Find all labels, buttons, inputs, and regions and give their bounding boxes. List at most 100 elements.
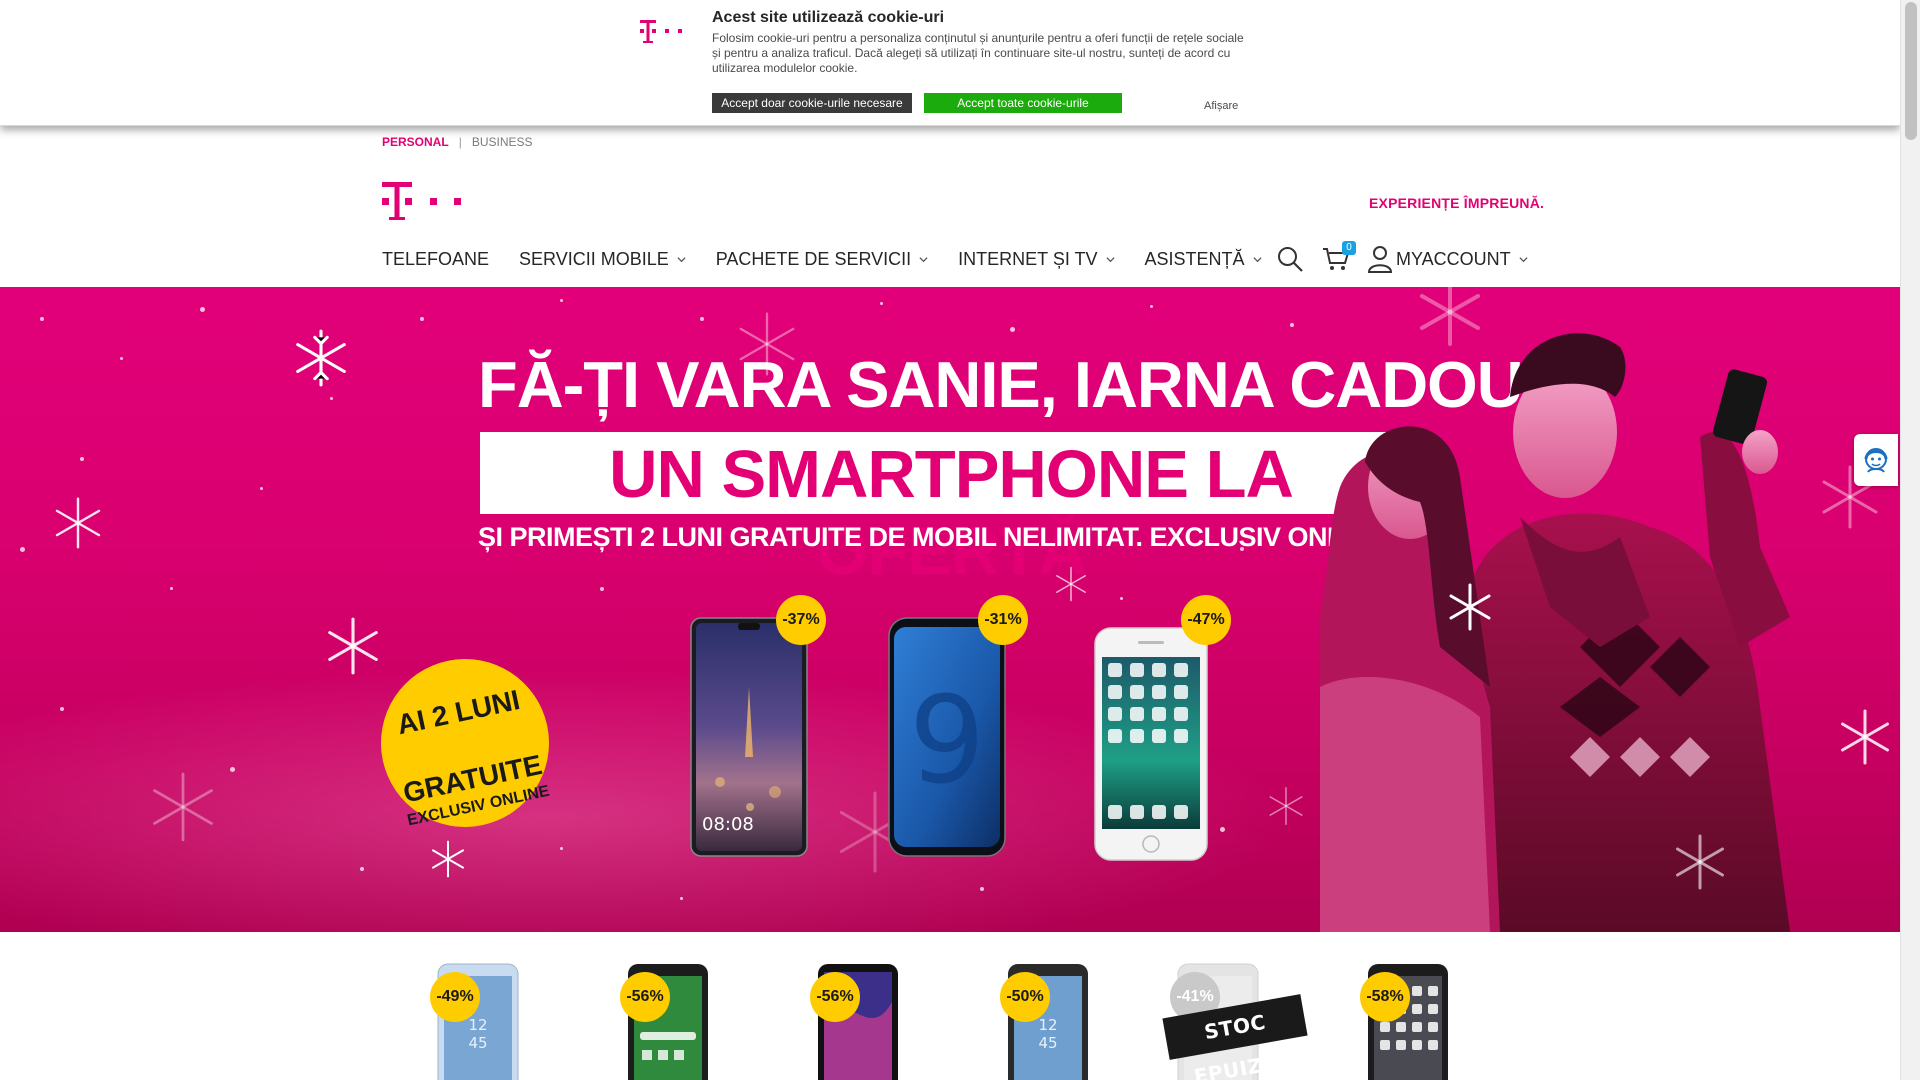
product-strip: 12 45 -49% -56% -56% 12 45 -50% -41% -58… [0,932,1900,1080]
header-actions: 0 MYACCOUNT [1276,241,1528,274]
chevron-down-icon [1105,256,1115,262]
snow-dot [120,357,123,360]
discount-badge: -47% [1181,595,1231,645]
nav-item-pachete-de-servicii[interactable]: PACHETE DE SERVICII [716,249,928,270]
myaccount-menu[interactable]: MYACCOUNT [1368,245,1528,273]
snow-dot [1120,597,1123,600]
myaccount-label: MYACCOUNT [1396,248,1511,269]
snowflake-icon [153,772,213,842]
accept-all-cookies-button[interactable]: Accept toate cookie-urile [924,93,1122,113]
page: Acest site utilizează cookie-uri Folosim… [0,0,1900,1080]
svg-text:12: 12 [1038,1016,1057,1034]
cookie-title: Acest site utilizează cookie-uri [712,9,945,26]
nav-item-label: ASISTENȚĂ [1144,248,1245,269]
chat-assistant-button[interactable] [1854,434,1898,486]
snow-dot [80,457,84,461]
snowflake-icon [55,497,101,549]
badge-line-1: AI 2 LUNI [394,684,523,741]
nav-item-label: TELEFOANE [382,248,490,269]
product-card[interactable]: -56% [620,952,730,1080]
search-button[interactable] [1276,245,1304,273]
chat-avatar-icon [1864,448,1888,473]
snow-dot [560,847,563,850]
snow-dot [1010,327,1015,332]
snow-dot [60,707,64,711]
hero-phone-huawei[interactable]: 08:08 [690,617,808,857]
nav-item-label: INTERNET ȘI TV [958,248,1098,269]
svg-text:45: 45 [1038,1034,1057,1052]
segment-business-link[interactable]: BUSINESS [472,135,533,149]
search-icon [1278,247,1303,272]
nav-item-label: PACHETE DE SERVICII [715,248,912,269]
brand-tagline: EXPERIENȚE ÎMPREUNĂ. [1369,195,1545,211]
chevron-down-icon [1519,256,1528,262]
nav-item-servicii-mobile[interactable]: SERVICII MOBILE [519,249,686,270]
segment-personal-link[interactable]: PERSONAL [382,135,449,149]
snowflake-icon [1269,787,1303,825]
snow-dot [420,317,424,321]
cookie-text: Folosim cookie-uri pentru a personaliza … [712,31,1244,75]
cookie-banner: Acest site utilizează cookie-uri Folosim… [0,0,1900,126]
user-icon [1368,246,1392,273]
hero-highlight: UN SMARTPHONE LA OFERTĂ [609,437,1294,589]
snow-dot [330,397,333,400]
snow-dot [40,317,44,321]
phone-image [1094,627,1208,861]
product-card[interactable]: 12 45 -50% [1000,952,1110,1080]
nav-item-label: SERVICII MOBILE [519,248,669,269]
snow-dot [980,887,984,891]
cart-count-badge: 0 [1342,241,1356,255]
hero-phone-iphone[interactable] [1094,627,1208,861]
discount-badge: -58% [1360,972,1410,1022]
accept-necessary-cookies-button[interactable]: Accept doar cookie-urile necesare [712,93,912,113]
segment-separator: | [458,135,462,149]
svg-text:45: 45 [468,1034,487,1052]
snowflake-icon [328,617,378,675]
discount-badge: -56% [620,972,670,1022]
cart-button[interactable]: 0 [1322,241,1356,273]
segment-switch: PERSONAL | BUSINESS [382,135,533,149]
snowflake-icon [432,840,464,878]
discount-badge: -37% [776,595,826,645]
chevron-down-icon [919,256,928,262]
phone-image: 08:08 [690,617,808,857]
nav-item-asistenta[interactable]: ASISTENȚĂ [1145,249,1262,270]
discount-badge: -56% [810,972,860,1022]
svg-text:08:08: 08:08 [702,814,754,835]
snowflake-icon [296,329,346,387]
main-nav: TELEFOANE SERVICII MOBILE PACHETE DE SER… [382,248,1292,270]
snow-dot [360,867,364,871]
snow-dot [1290,323,1294,327]
snow-dot [700,317,704,321]
product-card[interactable]: -58% [1360,952,1470,1080]
nav-item-telefoane[interactable]: TELEFOANE [382,249,489,270]
snow-dot [170,587,173,590]
product-card[interactable]: -56% [810,952,920,1080]
hero-couple-image [1320,287,1889,932]
page-scrollbar[interactable] [1900,0,1920,1080]
snow-dot [200,307,205,312]
hero-phone-samsung[interactable]: 9 [888,617,1006,857]
cookie-show-details-link[interactable]: Afișare [1204,100,1238,112]
chevron-down-icon [677,256,686,262]
snow-dot [1150,305,1153,308]
discount-badge: -50% [1000,972,1050,1022]
snow-dot [560,299,563,302]
snow-dot [20,547,25,552]
snow-dot [680,897,683,900]
snow-dot [880,302,883,305]
scrollbar-thumb[interactable] [1905,2,1917,140]
telekom-logo-icon [640,20,682,43]
nav-item-internet-si-tv[interactable]: INTERNET ȘI TV [958,248,1115,270]
product-card[interactable]: 12 45 -49% [430,952,540,1080]
discount-badge: -31% [978,595,1028,645]
chevron-down-icon [1252,256,1262,262]
svg-text:12: 12 [468,1016,487,1034]
phone-image: 9 [888,617,1006,857]
discount-badge: -49% [430,972,480,1022]
hero-subline: ȘI PRIMEȘTI 2 LUNI GRATUITE DE MOBIL NEL… [478,522,1394,552]
telekom-logo[interactable] [382,180,466,222]
snow-dot [230,767,235,772]
hero-banner[interactable]: FĂ-ȚI VARA SANIE, IARNA CADOU UN SMARTPH… [0,287,1900,932]
phone-screen-number: 9 [909,672,985,811]
